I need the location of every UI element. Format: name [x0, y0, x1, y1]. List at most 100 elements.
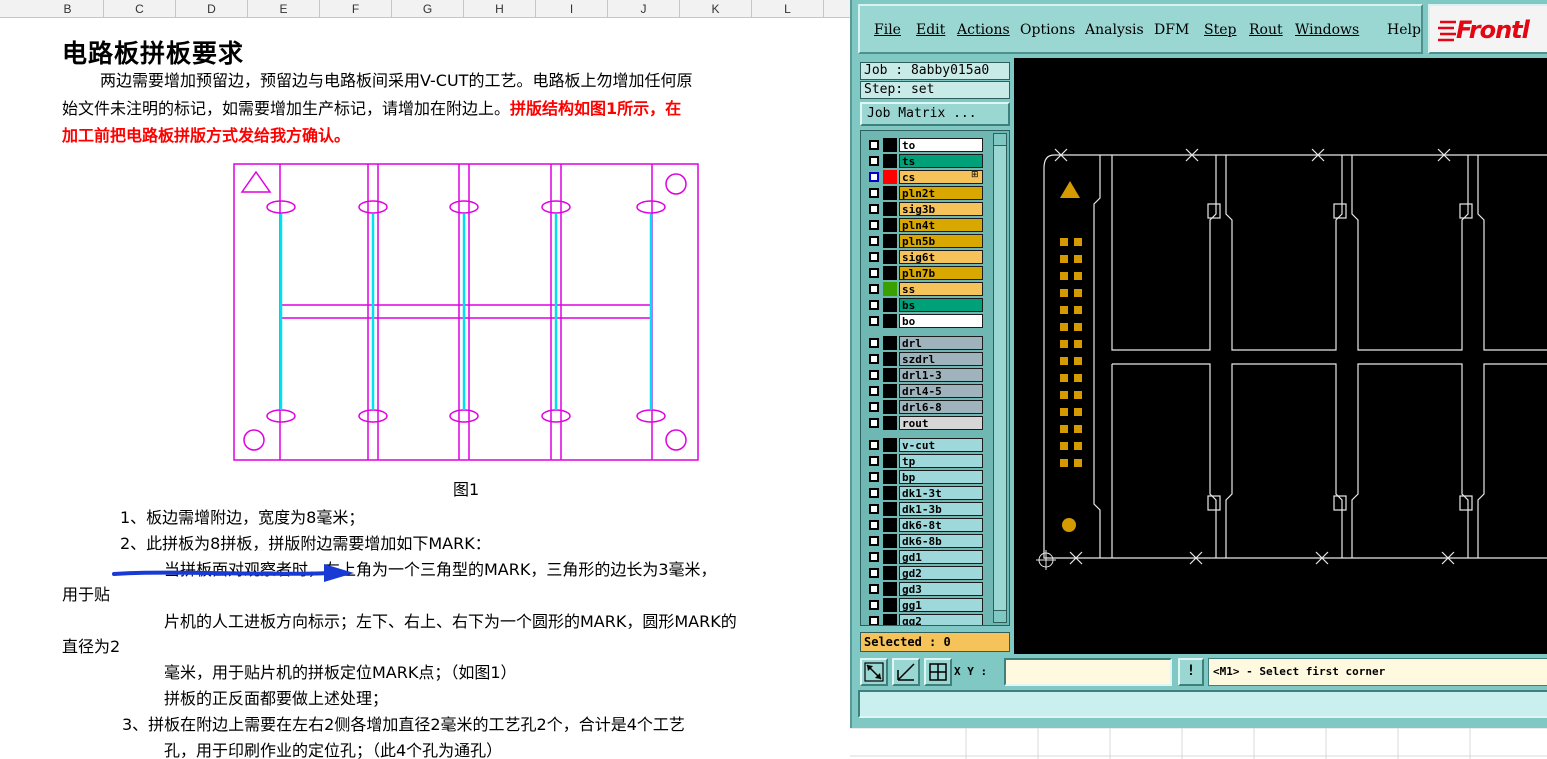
- layer-color-swatch[interactable]: [883, 518, 897, 532]
- layer-color-swatch[interactable]: [883, 314, 897, 328]
- layer-color-swatch[interactable]: [883, 352, 897, 366]
- layer-color-swatch[interactable]: [883, 234, 897, 248]
- menu-windows[interactable]: Windows: [1295, 22, 1359, 38]
- layer-row-to[interactable]: to: [863, 137, 991, 153]
- layer-checkbox[interactable]: [869, 536, 879, 546]
- zoom-fit-button[interactable]: [860, 658, 888, 686]
- layer-row-v-cut[interactable]: v-cut: [863, 437, 991, 453]
- layer-name[interactable]: gg1: [899, 598, 983, 612]
- layer-name[interactable]: pln4t: [899, 218, 983, 232]
- layer-row-drl6-8[interactable]: drl6-8: [863, 399, 991, 415]
- menu-dfm[interactable]: DFM: [1154, 22, 1189, 38]
- layer-color-swatch[interactable]: [883, 582, 897, 596]
- layer-row-bs[interactable]: bs: [863, 297, 991, 313]
- layer-color-swatch[interactable]: [883, 550, 897, 564]
- layer-row-dk1-3t[interactable]: dk1-3t: [863, 485, 991, 501]
- layer-checkbox[interactable]: [869, 252, 879, 262]
- layer-name[interactable]: v-cut: [899, 438, 983, 452]
- layer-color-swatch[interactable]: [883, 368, 897, 382]
- scroll-up-arrow-icon[interactable]: [994, 134, 1006, 146]
- layer-checkbox[interactable]: [869, 370, 879, 380]
- layer-checkbox[interactable]: [869, 204, 879, 214]
- layer-color-swatch[interactable]: [883, 250, 897, 264]
- layer-color-swatch[interactable]: [883, 566, 897, 580]
- layer-name[interactable]: gd1: [899, 550, 983, 564]
- layer-checkbox[interactable]: [869, 402, 879, 412]
- layer-name[interactable]: szdrl: [899, 352, 983, 366]
- layer-row-bp[interactable]: bp: [863, 469, 991, 485]
- menu-file[interactable]: File: [874, 22, 901, 38]
- layer-name[interactable]: bo: [899, 314, 983, 328]
- layer-checkbox[interactable]: [869, 300, 879, 310]
- layer-name[interactable]: dk6-8b: [899, 534, 983, 548]
- layer-checkbox[interactable]: [869, 418, 879, 428]
- layer-checkbox[interactable]: [869, 338, 879, 348]
- layer-row-ts[interactable]: ts: [863, 153, 991, 169]
- layer-name[interactable]: tp: [899, 454, 983, 468]
- layer-name[interactable]: pln7b: [899, 266, 983, 280]
- layer-name[interactable]: gd2: [899, 566, 983, 580]
- xy-input[interactable]: [1004, 658, 1172, 686]
- layer-checkbox[interactable]: [869, 386, 879, 396]
- layer-row-gd2[interactable]: gd2: [863, 565, 991, 581]
- column-header-k[interactable]: K: [680, 0, 752, 18]
- layer-color-swatch[interactable]: [883, 400, 897, 414]
- layer-checkbox[interactable]: [869, 316, 879, 326]
- layer-name[interactable]: drl4-5: [899, 384, 983, 398]
- layer-row-tp[interactable]: tp: [863, 453, 991, 469]
- layer-name[interactable]: ss: [899, 282, 983, 296]
- column-header-j[interactable]: J: [608, 0, 680, 18]
- layer-row-drl4-5[interactable]: drl4-5: [863, 383, 991, 399]
- layer-row-dk1-3b[interactable]: dk1-3b: [863, 501, 991, 517]
- layer-name[interactable]: rout: [899, 416, 983, 430]
- exclamation-button[interactable]: !: [1178, 658, 1204, 686]
- layer-color-swatch[interactable]: [883, 282, 897, 296]
- layer-checkbox[interactable]: [869, 504, 879, 514]
- menu-help[interactable]: Help: [1387, 22, 1421, 38]
- layer-name[interactable]: pln5b: [899, 234, 983, 248]
- layer-row-sig3b[interactable]: sig3b: [863, 201, 991, 217]
- layer-checkbox[interactable]: [869, 236, 879, 246]
- layer-checkbox[interactable]: [869, 140, 879, 150]
- layer-name[interactable]: pln2t: [899, 186, 983, 200]
- column-header-c[interactable]: C: [104, 0, 176, 18]
- layer-name[interactable]: drl1-3: [899, 368, 983, 382]
- layer-color-swatch[interactable]: [883, 170, 897, 184]
- layer-color-swatch[interactable]: [883, 154, 897, 168]
- column-header-h[interactable]: H: [464, 0, 536, 18]
- column-header-l[interactable]: L: [752, 0, 824, 18]
- layer-checkbox[interactable]: [869, 440, 879, 450]
- menu-step[interactable]: Step: [1204, 22, 1236, 38]
- layer-row-ss[interactable]: ss: [863, 281, 991, 297]
- layer-scrollbar[interactable]: [993, 133, 1007, 623]
- column-header-g[interactable]: G: [392, 0, 464, 18]
- layer-row-sig6t[interactable]: sig6t: [863, 249, 991, 265]
- layer-color-swatch[interactable]: [883, 502, 897, 516]
- layer-color-swatch[interactable]: [883, 534, 897, 548]
- menu-analysis[interactable]: Analysis: [1085, 22, 1144, 38]
- job-matrix-button[interactable]: Job Matrix ...: [860, 102, 1010, 126]
- layer-name[interactable]: sig6t: [899, 250, 983, 264]
- scroll-down-arrow-icon[interactable]: [994, 610, 1006, 622]
- layer-name[interactable]: gd3: [899, 582, 983, 596]
- layer-row-dk6-8t[interactable]: dk6-8t: [863, 517, 991, 533]
- layer-name[interactable]: bs: [899, 298, 983, 312]
- layer-checkbox[interactable]: [869, 472, 879, 482]
- layer-name[interactable]: to: [899, 138, 983, 152]
- layer-checkbox[interactable]: [869, 552, 879, 562]
- layer-color-swatch[interactable]: [883, 336, 897, 350]
- layer-row-pln5b[interactable]: pln5b: [863, 233, 991, 249]
- snap-grid-button[interactable]: [924, 658, 952, 686]
- layer-checkbox[interactable]: [869, 156, 879, 166]
- layer-color-swatch[interactable]: [883, 186, 897, 200]
- layer-color-swatch[interactable]: [883, 470, 897, 484]
- layer-row-pln2t[interactable]: pln2t: [863, 185, 991, 201]
- layer-color-swatch[interactable]: [883, 438, 897, 452]
- layer-row-gd1[interactable]: gd1: [863, 549, 991, 565]
- layer-name[interactable]: drl6-8: [899, 400, 983, 414]
- layer-name[interactable]: drl: [899, 336, 983, 350]
- layer-row-szdrl[interactable]: szdrl: [863, 351, 991, 367]
- menu-options[interactable]: Options: [1020, 22, 1075, 38]
- menu-rout[interactable]: Rout: [1249, 22, 1283, 38]
- layer-checkbox[interactable]: [869, 284, 879, 294]
